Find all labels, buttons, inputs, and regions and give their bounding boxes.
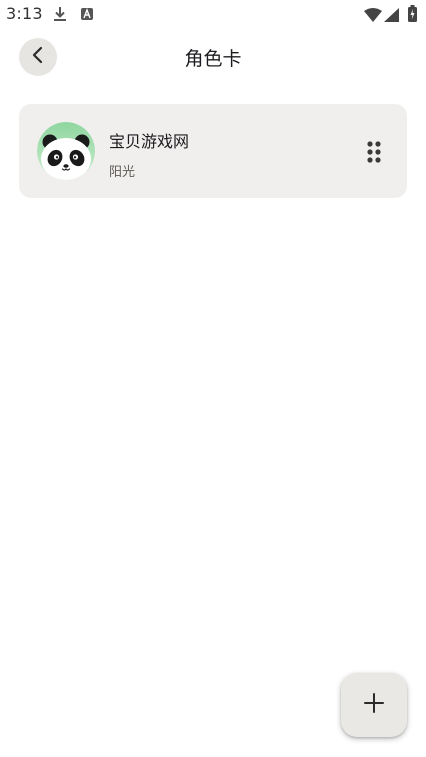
drag-handle-icon[interactable] [363,139,385,165]
status-bar: 3:13 [0,0,426,30]
status-time: 3:13 [6,4,43,23]
page-title: 角色卡 [184,48,242,70]
battery-icon [408,5,417,26]
plus-icon [363,692,385,718]
screen: 3:13 角色卡 宝贝游戏网 阳光 [0,0,426,757]
a-letter-icon [80,6,94,26]
card-title: 宝贝游戏网 [109,132,190,151]
add-button[interactable] [341,673,407,737]
panda-avatar [37,122,95,180]
wifi-icon [364,7,382,26]
card-subtitle: 阳光 [109,165,136,180]
download-icon [53,6,67,26]
signal-icon [384,7,399,26]
character-card[interactable]: 宝贝游戏网 阳光 [19,104,407,198]
